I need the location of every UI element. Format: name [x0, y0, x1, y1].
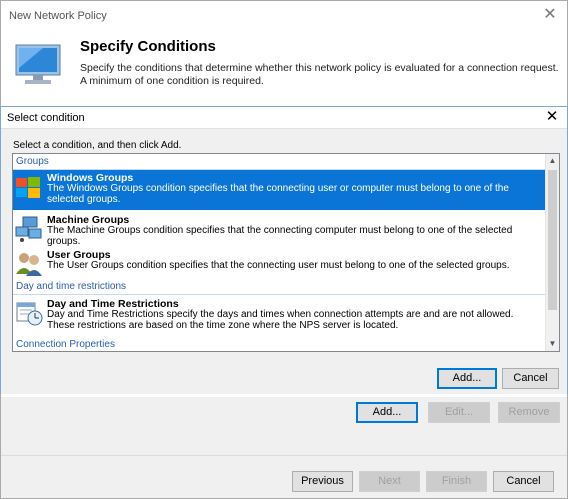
- dialog-close-icon[interactable]: ✕: [543, 108, 561, 126]
- list-item-windows-groups[interactable]: Windows Groups The Windows Groups condit…: [13, 170, 546, 210]
- window-title: New Network Policy: [9, 10, 107, 22]
- edit-button[interactable]: Edit...: [428, 402, 490, 423]
- dialog-titlebar: Select condition ✕: [1, 107, 567, 129]
- list-item-user-groups[interactable]: User Groups The User Groups condition sp…: [13, 247, 546, 280]
- item-description: The Machine Groups condition specifies t…: [47, 225, 513, 247]
- item-description: The User Groups condition specifies that…: [47, 260, 510, 271]
- group-divider: [13, 294, 546, 295]
- user-groups-icon: [16, 253, 42, 276]
- group-header-connection-properties: Connection Properties: [16, 339, 115, 350]
- page-description: Specify the conditions that determine wh…: [80, 62, 559, 87]
- close-icon[interactable]: ✕: [539, 5, 561, 27]
- next-button[interactable]: Next: [359, 471, 420, 492]
- list-scrollbar[interactable]: ▲ ▼: [545, 154, 559, 351]
- list-item-day-and-time-restrictions[interactable]: Day and Time Restrictions Day and Time R…: [13, 296, 546, 338]
- list-item-machine-groups[interactable]: Machine Groups The Machine Groups condit…: [13, 212, 546, 247]
- computer-monitor-icon: [15, 44, 61, 84]
- scroll-down-icon[interactable]: ▼: [546, 337, 559, 351]
- finish-button[interactable]: Finish: [426, 471, 487, 492]
- item-description: The Windows Groups condition specifies t…: [47, 183, 509, 205]
- wizard-cancel-button[interactable]: Cancel: [493, 471, 554, 492]
- window-titlebar: New Network Policy ✕: [1, 1, 567, 31]
- item-description: Day and Time Restrictions specify the da…: [47, 309, 514, 331]
- add-button[interactable]: Add...: [356, 402, 418, 423]
- scroll-up-icon[interactable]: ▲: [546, 154, 559, 168]
- footer-divider: [1, 455, 567, 456]
- scrollbar-thumb[interactable]: [548, 170, 557, 310]
- dialog-button-area: Add... Cancel: [1, 361, 567, 394]
- windows-groups-icon: [16, 177, 40, 198]
- dialog-cancel-button[interactable]: Cancel: [502, 368, 559, 389]
- select-condition-dialog: Select condition ✕ Select a condition, a…: [0, 106, 568, 394]
- calendar-clock-icon: [16, 302, 43, 326]
- page-title: Specify Conditions: [80, 38, 216, 55]
- dialog-add-button[interactable]: Add...: [437, 368, 497, 389]
- condition-list[interactable]: Groups Windows Groups The Windows Groups…: [12, 153, 560, 352]
- dialog-instruction: Select a condition, and then click Add.: [13, 140, 182, 151]
- remove-button[interactable]: Remove: [498, 402, 560, 423]
- machine-groups-icon: [15, 216, 42, 242]
- group-header-groups: Groups: [16, 156, 49, 167]
- dialog-title: Select condition: [7, 112, 85, 124]
- previous-button[interactable]: Previous: [292, 471, 353, 492]
- group-header-day-and-time: Day and time restrictions: [16, 281, 127, 292]
